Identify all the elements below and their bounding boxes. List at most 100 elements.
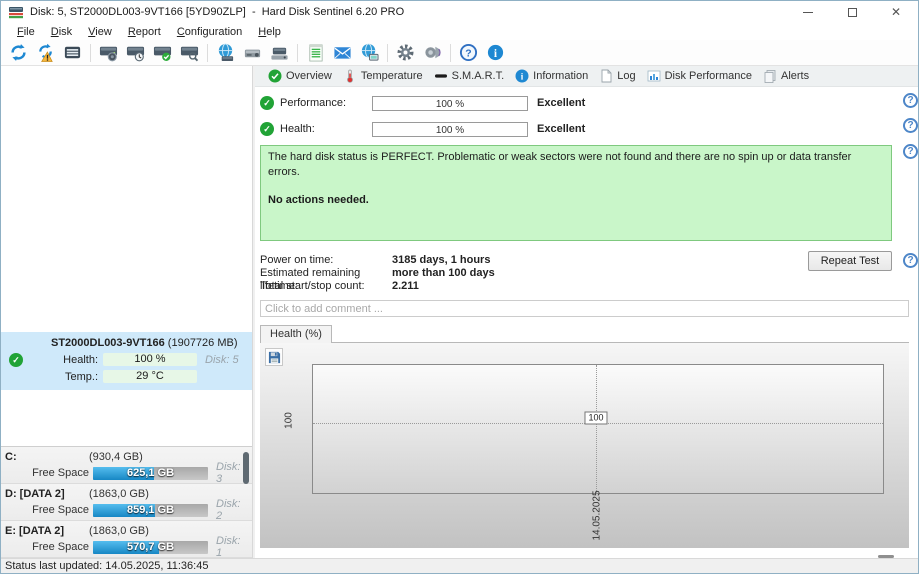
y-axis-tick: 100 xyxy=(283,412,295,429)
performance-help-icon[interactable] xyxy=(903,93,918,108)
drive-row-c[interactable]: C: (930,4 GB) Free Space 625,1 GB Disk: … xyxy=(1,447,252,485)
thermometer-icon xyxy=(343,69,357,83)
status-text-box: The hard disk status is PERFECT. Problem… xyxy=(260,145,892,241)
send-test-report-icon[interactable] xyxy=(329,42,356,64)
left-panel-spacer xyxy=(1,390,252,446)
comment-input[interactable] xyxy=(260,300,909,317)
status-bar: Status last updated: 14.05.2025, 11:36:4… xyxy=(1,558,918,573)
disk-temp-bar: 29 °C xyxy=(103,370,197,383)
app-logo-icon xyxy=(9,6,23,18)
status-message: The hard disk status is PERFECT. Problem… xyxy=(268,151,852,178)
removable-disks-icon[interactable] xyxy=(239,42,266,64)
menu-file[interactable]: File xyxy=(9,26,43,38)
network-disks-icon[interactable] xyxy=(212,42,239,64)
tab-overview[interactable]: Overview xyxy=(264,66,339,87)
smart-bar-icon xyxy=(434,69,448,83)
disk-analysis-icon[interactable] xyxy=(176,42,203,64)
toolbar: ? i xyxy=(1,40,918,66)
tab-alerts[interactable]: Alerts xyxy=(759,66,816,87)
refresh-icon[interactable] xyxy=(5,42,32,64)
toolbar-separator xyxy=(450,43,451,62)
information-icon[interactable]: i xyxy=(482,42,509,64)
settings-gear-icon[interactable] xyxy=(392,42,419,64)
menu-configuration[interactable]: Configuration xyxy=(169,26,250,38)
chart-plot-area[interactable]: 100 xyxy=(312,364,884,494)
resize-grip[interactable] xyxy=(878,555,894,558)
toolbar-separator xyxy=(207,43,208,62)
disk-health-bar: 100 % xyxy=(103,353,197,366)
title-bar: Disk: 5, ST2000DL003-9VT166 [5YD90ZLP] -… xyxy=(1,1,918,23)
tab-bar: Overview Temperature S.M.A.R.T. i Inform… xyxy=(255,66,918,87)
drive-size: (1863,0 GB) xyxy=(89,488,149,500)
svg-text:i: i xyxy=(494,48,497,60)
health-chart-section: Health (%) 100 100 14.05.2025 xyxy=(260,325,909,558)
scheduled-test-icon[interactable] xyxy=(122,42,149,64)
drive-letter: E: [DATA 2] xyxy=(5,525,65,537)
status-action: No actions needed. xyxy=(268,193,369,206)
save-chart-button[interactable] xyxy=(265,348,283,366)
drive-disk-number: Disk: 2 xyxy=(216,498,241,522)
health-row: Health: 100 % Excellent xyxy=(260,121,909,137)
remaining-lifetime-label: Estimated remaining lifetime: xyxy=(260,267,361,292)
menu-disk[interactable]: Disk xyxy=(43,26,80,38)
start-stop-count-label: Total start/stop count: xyxy=(260,280,365,292)
disk-test-icon[interactable] xyxy=(95,42,122,64)
power-on-time-value: 3185 days, 1 hours xyxy=(392,254,491,266)
drive-size: (1863,0 GB) xyxy=(89,525,149,537)
health-chart-panel: 100 100 14.05.2025 xyxy=(260,342,909,548)
health-rating: Excellent xyxy=(537,123,586,135)
tab-information[interactable]: i Information xyxy=(511,66,595,87)
log-page-icon xyxy=(599,69,613,83)
tab-temperature[interactable]: Temperature xyxy=(339,66,430,87)
disk-status-ok-icon[interactable] xyxy=(149,42,176,64)
performance-label: Performance: xyxy=(280,97,347,109)
tab-smart[interactable]: S.M.A.R.T. xyxy=(430,66,512,87)
drive-size: (930,4 GB) xyxy=(89,451,143,463)
health-help-icon[interactable] xyxy=(903,118,918,133)
disk-ok-icon xyxy=(9,352,23,367)
maximize-button[interactable] xyxy=(830,1,874,23)
repeat-test-help-icon[interactable] xyxy=(903,253,918,268)
drive-disk-number: Disk: 3 xyxy=(216,461,241,485)
menu-bar: File Disk View Report Configuration Help xyxy=(1,23,918,40)
drive-list-scrollbar[interactable] xyxy=(243,452,249,484)
tab-disk-performance[interactable]: Disk Performance xyxy=(643,66,759,87)
window-title: Disk: 5, ST2000DL003-9VT166 [5YD90ZLP] -… xyxy=(30,6,405,18)
disk-tree-area[interactable] xyxy=(1,66,252,332)
chart-tab-health-percent[interactable]: Health (%) xyxy=(260,325,332,343)
menu-view[interactable]: View xyxy=(80,26,120,38)
gridline-date xyxy=(596,365,597,493)
info-circle-icon: i xyxy=(515,69,529,83)
surface-view-icon[interactable] xyxy=(59,42,86,64)
content-area: Overview Temperature S.M.A.R.T. i Inform… xyxy=(255,66,918,558)
report-icon[interactable] xyxy=(302,42,329,64)
drive-row-d[interactable]: D: [DATA 2] (1863,0 GB) Free Space 859,1… xyxy=(1,484,252,522)
disk-size: (1907726 MB) xyxy=(167,337,238,349)
status-help-icon[interactable] xyxy=(903,144,918,159)
remaining-lifetime-value: more than 100 days xyxy=(392,267,495,279)
menu-help[interactable]: Help xyxy=(250,26,289,38)
minimize-icon xyxy=(803,11,813,13)
status-last-updated: Status last updated: 14.05.2025, 11:36:4… xyxy=(5,560,209,572)
data-point-label: 100 xyxy=(584,411,608,425)
health-gauge: 100 % xyxy=(372,121,528,137)
drive-list: C: (930,4 GB) Free Space 625,1 GB Disk: … xyxy=(1,446,252,558)
refresh-error-check-icon[interactable] xyxy=(32,42,59,64)
network-status-icon[interactable] xyxy=(356,42,383,64)
docked-disks-icon[interactable] xyxy=(266,42,293,64)
drive-disk-number: Disk: 1 xyxy=(216,535,241,558)
drive-row-e[interactable]: E: [DATA 2] (1863,0 GB) Free Space 570,7… xyxy=(1,521,252,558)
repeat-test-button[interactable]: Repeat Test xyxy=(808,251,892,271)
tab-log[interactable]: Log xyxy=(595,66,642,87)
close-button[interactable]: ✕ xyxy=(874,1,918,23)
free-space-bar: 859,1 GB xyxy=(93,503,208,517)
selected-disk-panel[interactable]: ST2000DL003-9VT166 (1907726 MB) Health: … xyxy=(1,332,252,390)
x-axis-tick: 14.05.2025 xyxy=(591,490,603,541)
acoustic-management-icon[interactable] xyxy=(419,42,446,64)
drive-letter: D: [DATA 2] xyxy=(5,488,65,500)
menu-report[interactable]: Report xyxy=(120,26,169,38)
help-icon[interactable]: ? xyxy=(455,42,482,64)
toolbar-separator xyxy=(387,43,388,62)
toolbar-separator xyxy=(90,43,91,62)
minimize-button[interactable] xyxy=(786,1,830,23)
